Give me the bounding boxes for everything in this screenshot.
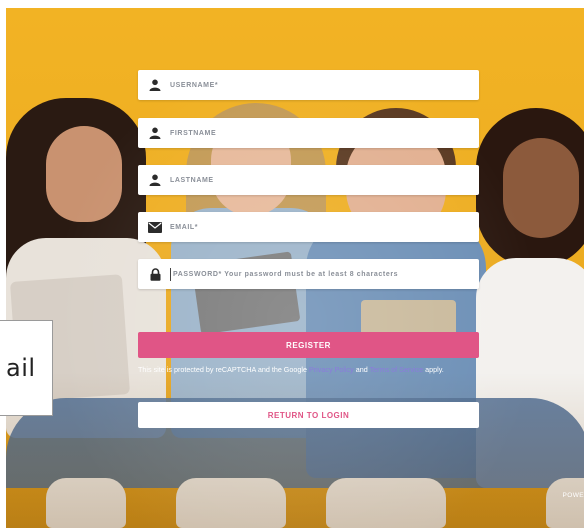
captcha-text: and	[353, 365, 370, 374]
user-icon	[148, 78, 162, 92]
powered-by-text: POWE	[562, 492, 584, 499]
captcha-text: This site is protected by reCAPTCHA and …	[138, 365, 309, 374]
lastname-placeholder: LASTNAME	[170, 176, 214, 184]
popup-text: ail	[6, 354, 36, 382]
return-to-login-button[interactable]: RETURN TO LOGIN	[138, 402, 479, 428]
envelope-icon	[148, 220, 162, 234]
register-button[interactable]: REGISTER	[138, 332, 479, 358]
lastname-input[interactable]: LASTNAME	[138, 165, 479, 195]
firstname-input[interactable]: FIRSTNAME	[138, 118, 479, 148]
page: POWE USERNAME* FIRSTNAME LASTNAME EMAIL*	[0, 0, 584, 528]
username-placeholder: USERNAME*	[170, 81, 219, 89]
lock-icon	[148, 267, 162, 281]
password-placeholder: PASSWORD* Your password must be at least…	[173, 270, 399, 278]
email-placeholder: EMAIL*	[170, 223, 199, 231]
text-cursor	[170, 267, 171, 281]
email-input[interactable]: EMAIL*	[138, 212, 479, 242]
firstname-placeholder: FIRSTNAME	[170, 129, 217, 137]
password-input[interactable]: PASSWORD* Your password must be at least…	[138, 259, 479, 289]
recaptcha-notice: This site is protected by reCAPTCHA and …	[138, 365, 479, 375]
user-icon	[148, 126, 162, 140]
user-icon	[148, 173, 162, 187]
username-input[interactable]: USERNAME*	[138, 70, 479, 100]
terms-of-service-link[interactable]: Terms of Service	[370, 365, 424, 374]
floating-popup: ail	[0, 320, 53, 416]
privacy-policy-link[interactable]: Privacy Policy	[309, 365, 354, 374]
captcha-text: apply.	[423, 365, 444, 374]
